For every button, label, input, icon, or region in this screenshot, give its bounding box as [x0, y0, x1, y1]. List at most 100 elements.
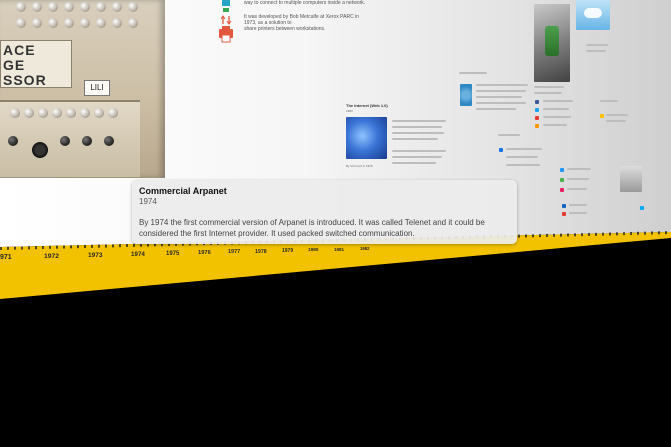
text-placeholder [476, 102, 526, 104]
internet-card-heading[interactable]: The Internet (Web 1.0) [346, 103, 388, 108]
machine-switch [52, 108, 62, 118]
timeline-year-label[interactable]: 1972 [44, 253, 59, 260]
list-icon [600, 114, 604, 118]
machine-knob [48, 2, 58, 12]
list-icon [560, 188, 564, 192]
timeline-year-label[interactable]: 1979 [282, 248, 293, 254]
card-heading-placeholder [600, 100, 618, 102]
entry-text-line: share printers between workstations. [244, 26, 326, 32]
ethernet-entry-text: way to connect to multiple computers ins… [244, 0, 370, 32]
machine-switch [108, 108, 118, 118]
event-popup[interactable]: Commercial Arpanet 1974 By 1974 the firs… [132, 180, 517, 244]
timeline-year-label[interactable]: 971 [0, 254, 12, 261]
machine-knob [96, 18, 106, 28]
cloud-icon [584, 8, 602, 18]
text-placeholder [543, 108, 569, 110]
machine-label-line: ACE [3, 42, 36, 58]
text-placeholder [392, 150, 446, 152]
timeline-year-label[interactable]: 1975 [166, 251, 179, 257]
text-placeholder [567, 168, 591, 170]
internet-card-thumbnail[interactable] [346, 117, 387, 159]
timeline-year-label[interactable]: 1978 [255, 249, 267, 255]
list-icon [560, 178, 564, 182]
text-placeholder [476, 108, 516, 110]
machine-label-line: SSOR [3, 72, 47, 88]
timeline-year-label[interactable]: 1973 [88, 252, 102, 259]
youtube-icon [535, 116, 539, 120]
machine-switch [82, 136, 92, 146]
popup-year: 1974 [139, 197, 157, 206]
internet-card-year: 1983 [346, 109, 353, 113]
card-thumbnail[interactable] [620, 166, 642, 192]
text-placeholder [586, 50, 606, 52]
facebook-icon [535, 100, 539, 104]
machine-switch [104, 136, 114, 146]
text-placeholder [567, 188, 587, 190]
machine-switch-panel [0, 100, 140, 177]
text-placeholder [543, 116, 571, 118]
text-placeholder [569, 212, 587, 214]
timeline-year-label[interactable]: 1974 [131, 251, 145, 258]
twitter-icon [535, 108, 539, 112]
machine-knob [16, 18, 26, 28]
network-icon [460, 84, 472, 106]
text-placeholder [567, 178, 589, 180]
text-placeholder [543, 124, 567, 126]
list-icon [640, 206, 644, 210]
entry-text-line: way to connect to multiple computers ins… [244, 0, 366, 6]
text-placeholder [506, 148, 542, 150]
text-placeholder [476, 96, 522, 98]
machine-switch [8, 136, 18, 146]
internet-card-caption: By Vint Cerf in 1976 [346, 164, 373, 168]
machine-knob [80, 2, 90, 12]
machine-knob [96, 2, 106, 12]
text-placeholder [392, 132, 444, 134]
text-placeholder [476, 90, 526, 92]
text-placeholder [586, 44, 608, 46]
machine-switch [38, 108, 48, 118]
machine-switch [94, 108, 104, 118]
list-icon [562, 204, 566, 208]
text-placeholder [534, 92, 562, 94]
machine-knob [128, 2, 138, 12]
timeline-year-label[interactable]: 1980 [308, 248, 319, 253]
timeline-viewport[interactable]: ACE GE SSOR LILI way to connect to multi… [0, 0, 671, 447]
list-icon [499, 148, 503, 152]
text-placeholder [506, 164, 540, 166]
popup-description: By 1974 the first commercial version of … [139, 218, 485, 238]
timeline-year-label[interactable]: 1982 [360, 246, 369, 251]
text-placeholder [606, 114, 628, 116]
machine-switch [66, 108, 76, 118]
machine-knob [16, 2, 26, 12]
timeline-year-label[interactable]: 1976 [198, 250, 211, 256]
machine-knob [80, 18, 90, 28]
text-placeholder [392, 162, 436, 164]
timeline-year-label[interactable]: 1981 [334, 247, 344, 252]
text-placeholder [476, 84, 528, 86]
machine-knob [32, 18, 42, 28]
list-icon [562, 212, 566, 216]
machine-knob [48, 18, 58, 28]
machine-switch [24, 108, 34, 118]
machine-switch [60, 136, 70, 146]
text-placeholder [569, 204, 587, 206]
machine-tag: LILI [84, 80, 110, 96]
rss-icon [535, 124, 539, 128]
printer-network-icon [219, 0, 233, 43]
machine-dial-icon [32, 142, 48, 158]
entry-text-line: It was developed by Bob Metcalfe at Xero… [244, 14, 359, 26]
machine-knob [64, 18, 74, 28]
text-placeholder [543, 100, 573, 102]
card-heading-placeholder [459, 72, 487, 74]
list-icon [560, 168, 564, 172]
machine-knob [32, 2, 42, 12]
text-placeholder [606, 120, 626, 122]
timeline-year-label[interactable]: 1977 [228, 249, 240, 255]
machine-knob [64, 2, 74, 12]
text-placeholder [392, 138, 438, 140]
machine-photo[interactable]: ACE GE SSOR LILI [0, 0, 165, 178]
machine-switch [80, 108, 90, 118]
card-heading-placeholder [498, 134, 520, 136]
text-placeholder [392, 156, 442, 158]
popup-title: Commercial Arpanet [139, 186, 227, 196]
